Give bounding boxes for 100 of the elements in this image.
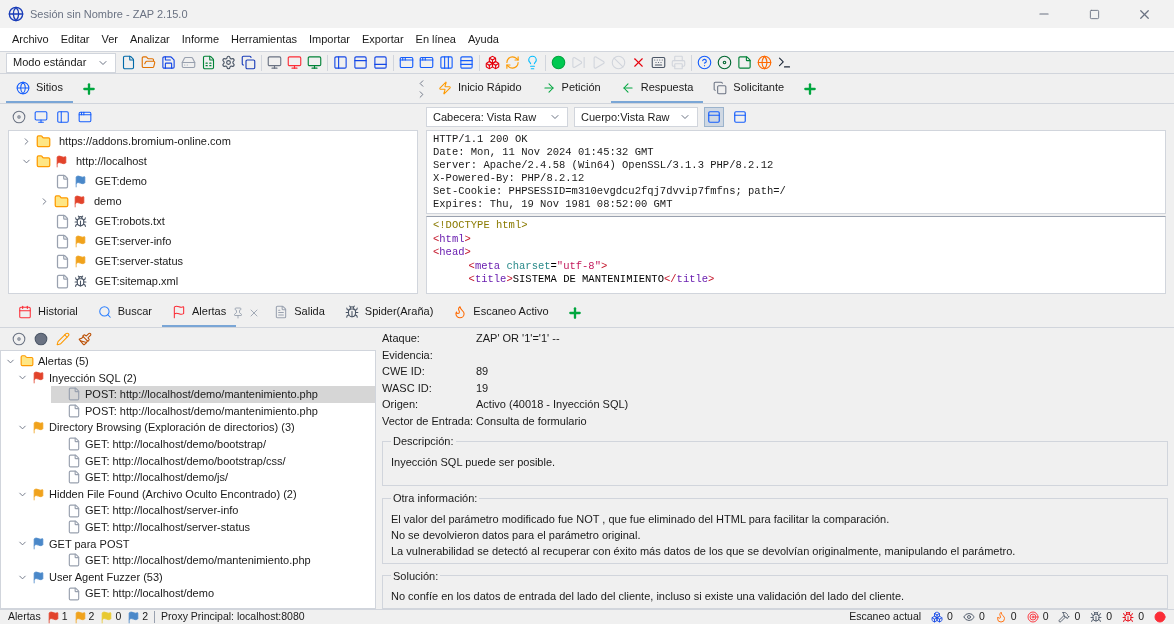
scan-count: 0	[978, 609, 985, 624]
menu-item[interactable]: Ayuda	[461, 31, 505, 48]
menu-item[interactable]: Archivo	[6, 31, 55, 48]
tree-item[interactable]: Directory Browsing (Exploración de directorios) (3)	[49, 419, 295, 436]
tree-row[interactable]: POST: http://localhost/demo/mantenimiento.php	[51, 402, 375, 420]
tree-item[interactable]: GET:server-info	[95, 232, 172, 250]
tree-row[interactable]: GET: http://localhost/demo/bootstrap/	[51, 435, 375, 453]
tree-row[interactable]: GET: http://localhost/server-status	[51, 518, 375, 536]
tree-item[interactable]: http://localhost	[76, 152, 147, 170]
toolbar-button[interactable]	[419, 55, 434, 70]
tree-item[interactable]: User Agent Fuzzer (53)	[49, 568, 163, 586]
tree-row[interactable]: POST: http://localhost/demo/mantenimiento.php	[51, 386, 375, 403]
tab[interactable]: Petición	[531, 74, 611, 103]
tree-row[interactable]: GET: http://localhost/demo/js/	[51, 469, 375, 486]
toolbar-button[interactable]	[459, 55, 474, 70]
menu-item[interactable]: Editar	[54, 31, 96, 48]
tab[interactable]: Historial	[8, 298, 88, 327]
spider-icon	[1122, 611, 1135, 623]
monitor-icon	[267, 55, 282, 70]
tab[interactable]: Salida	[264, 298, 335, 327]
tab[interactable]: Inicio Rápido	[428, 74, 532, 103]
tree-item[interactable]: GET:robots.txt	[95, 212, 165, 230]
tab[interactable]: Buscar	[87, 298, 162, 327]
toolbar-button[interactable]	[287, 55, 302, 70]
flag-icon	[172, 304, 186, 319]
toolbar-button[interactable]	[221, 55, 236, 70]
dropdown[interactable]: Cuerpo:Vista Raw	[574, 107, 698, 127]
tree-item: GET: http://localhost/server-status	[85, 520, 251, 535]
menu-item[interactable]: Analizar	[123, 31, 176, 48]
lightbulb-icon	[525, 55, 540, 70]
tree-row[interactable]: GET: http://localhost/server-info	[51, 502, 375, 519]
menu-item[interactable]: Importar	[303, 31, 356, 48]
target-icon	[1026, 611, 1039, 623]
page-icon	[55, 273, 70, 289]
toolbar-button[interactable]	[697, 55, 712, 70]
tab[interactable]: Escaneo Activo	[443, 298, 559, 327]
tab[interactable]: Sitios	[6, 74, 73, 103]
tab[interactable]: Alertas	[162, 298, 237, 327]
tree-item[interactable]: GET:demo	[95, 172, 147, 190]
windows-icon	[713, 80, 728, 95]
tree-item[interactable]: demo	[94, 192, 122, 210]
tree-item[interactable]: Inyección SQL (2)	[49, 369, 137, 387]
tab[interactable]: Respuesta	[610, 74, 704, 103]
tree-item[interactable]: GET:server-status	[95, 252, 184, 270]
field-label: CWE ID:	[382, 364, 426, 379]
field-label: Origen:	[382, 397, 420, 412]
tree-item[interactable]: GET para POST	[49, 535, 130, 553]
dropdown[interactable]: Cabecera: Vista Raw	[426, 107, 568, 127]
folder-icon	[54, 193, 69, 209]
field-label: Evidencia:	[382, 347, 434, 363]
pin-icon	[232, 306, 245, 319]
dropdown[interactable]: Modo estándar	[6, 52, 116, 73]
tree-item[interactable]: Alertas (5)	[38, 353, 89, 370]
toolbar-button[interactable]	[737, 55, 752, 70]
spider-icon	[74, 274, 87, 288]
tab[interactable]: Spider(Araña)	[334, 298, 444, 327]
menu-item[interactable]: Exportar	[356, 31, 410, 48]
toolbar-button[interactable]	[399, 55, 414, 70]
layout-toggle[interactable]	[704, 107, 724, 127]
toolbar-button[interactable]	[161, 55, 176, 70]
menu-item[interactable]: En línea	[409, 31, 462, 48]
toolbar-button[interactable]	[485, 55, 500, 70]
tree-item[interactable]: Hidden File Found (Archivo Oculto Encontrado) (2)	[49, 485, 297, 503]
toolbar-button[interactable]	[439, 55, 454, 70]
ban-icon	[611, 55, 626, 70]
tree-row[interactable]: GET: http://localhost/demo/mantenimiento.php	[51, 552, 375, 569]
tree-row[interactable]: GET: http://localhost/demo	[51, 585, 375, 602]
columns-icon	[439, 55, 454, 70]
tree-item: GET: http://localhost/demo/bootstrap/css/	[85, 453, 286, 469]
tree-item: GET: http://localhost/demo/mantenimiento.php	[85, 553, 311, 569]
toolbar-button[interactable]	[121, 55, 136, 70]
toolbar-button[interactable]	[307, 55, 322, 70]
toolbar-button[interactable]	[201, 55, 216, 70]
section-title: Solución:	[392, 568, 440, 584]
toolbar-button[interactable]	[373, 55, 388, 70]
toolbar-button[interactable]	[333, 55, 348, 70]
toolbar-button[interactable]	[241, 55, 256, 70]
code-line: <title>SISTEMA DE MANTENIMIENTO</title>	[468, 273, 716, 287]
code-line: <html>	[433, 232, 472, 246]
disc-icon	[12, 332, 26, 346]
page-icon	[55, 233, 70, 249]
toolbar-button[interactable]	[267, 55, 282, 70]
tree-row[interactable]: GET: http://localhost/demo/bootstrap/css/	[51, 452, 375, 470]
toolbar-button[interactable]	[717, 55, 732, 70]
toolbar-button[interactable]	[631, 55, 646, 70]
menu-item[interactable]: Informe	[175, 31, 225, 48]
window-icon	[419, 55, 434, 70]
field-value: Activo (40018 - Inyección SQL)	[476, 397, 630, 412]
tab[interactable]: Solicitante	[703, 74, 795, 103]
menu-item[interactable]: Herramientas	[225, 31, 304, 48]
toolbar-button[interactable]	[777, 55, 792, 70]
tree-item[interactable]: GET:sitemap.xml	[95, 272, 179, 290]
tree-item[interactable]: https://addons.bromium-online.com	[59, 132, 231, 150]
menu-item[interactable]: Ver	[95, 31, 124, 48]
toolbar-button[interactable]	[651, 55, 666, 70]
globe-icon	[16, 80, 30, 95]
page-icon	[67, 503, 81, 518]
panel-icon	[56, 110, 70, 124]
toolbar-button[interactable]	[353, 55, 368, 70]
page-icon	[55, 213, 70, 229]
